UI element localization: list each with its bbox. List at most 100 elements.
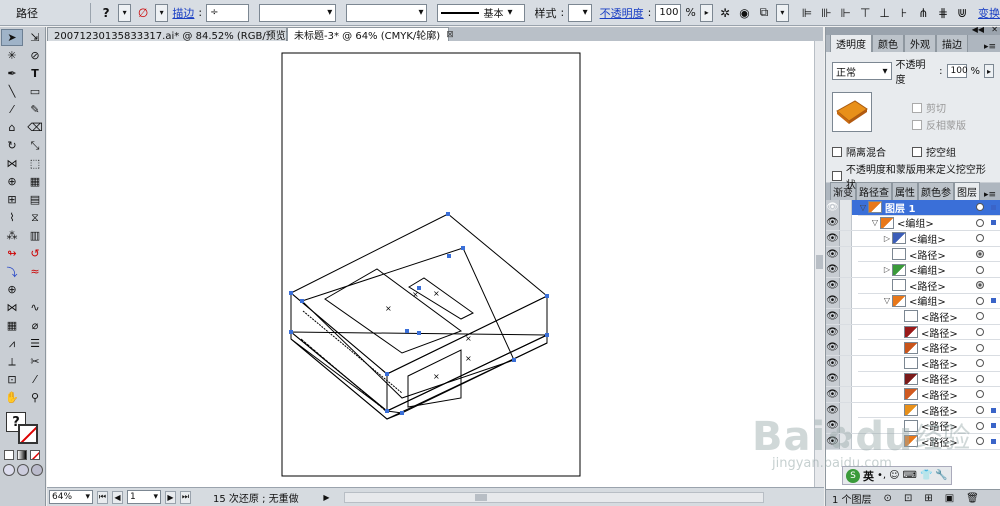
target-circle-icon[interactable]	[976, 281, 984, 290]
opacity-dropdown-button[interactable]: ▸	[984, 64, 994, 78]
scroll-thumb[interactable]	[816, 255, 823, 269]
collapse-icon[interactable]: ◀◀	[972, 25, 984, 34]
disclosure-triangle-icon[interactable]: ▷	[882, 234, 892, 243]
lock-toggle[interactable]	[840, 355, 852, 371]
isolate-blending-checkbox[interactable]	[832, 146, 842, 157]
draw-behind-icon[interactable]	[17, 464, 29, 476]
locate-object-icon[interactable]: ⊙	[884, 493, 892, 504]
gradient-tool-icon[interactable]: ▤	[24, 191, 46, 208]
panel-menu-icon[interactable]: ▸≡	[984, 42, 996, 52]
blob-brush-tool-icon[interactable]: ⌂	[1, 119, 23, 136]
slice-tool-icon[interactable]: ⟂	[1, 353, 23, 370]
sublayer-row[interactable]: 👁 <路径>	[826, 418, 1000, 434]
pencil-tool-icon[interactable]: ✎	[24, 101, 46, 118]
transform-panel-link[interactable]: 变换	[978, 5, 1000, 21]
stroke-panel-link[interactable]: 描边	[172, 5, 194, 21]
ime-punct-icon[interactable]: •,	[877, 470, 886, 481]
ime-emoji-icon[interactable]: ☺	[889, 470, 899, 481]
target-circle-icon[interactable]	[976, 250, 984, 259]
target-circle-icon[interactable]	[976, 218, 984, 227]
tab-stroke[interactable]: 描边	[936, 34, 968, 52]
scroll-thumb[interactable]	[475, 493, 487, 501]
stroke-swatch-icon[interactable]: ∅	[135, 5, 150, 21]
sublayer-row[interactable]: 👁 <路径>	[826, 324, 1000, 341]
target-circle-icon[interactable]	[976, 390, 984, 399]
target-circle-icon[interactable]	[976, 406, 984, 415]
grid-tool-icon[interactable]: ▦	[1, 317, 23, 334]
rectangle-tool-icon[interactable]: ▭	[24, 83, 46, 100]
selection-tool-icon[interactable]: ➤	[1, 29, 23, 46]
invert-mask-checkbox[interactable]	[912, 119, 922, 130]
isolate-icon[interactable]: ◉	[737, 5, 752, 21]
opacity-panel-link[interactable]: 不透明度	[600, 5, 644, 21]
visibility-eye-icon[interactable]: 👁	[826, 418, 840, 434]
eraser-tool-icon[interactable]: ⌫	[24, 119, 46, 136]
close-icon[interactable]: ⊠	[446, 30, 454, 40]
ime-mode-label[interactable]: 英	[863, 468, 874, 484]
first-artboard-button[interactable]: ⏮	[97, 490, 108, 504]
recolor-artwork-icon[interactable]: ✲	[717, 5, 732, 21]
lock-toggle[interactable]	[840, 246, 852, 262]
color-button-icon[interactable]	[4, 450, 14, 460]
magic-wand-tool-icon[interactable]: ✳	[1, 47, 23, 64]
zoom-select[interactable]: 64% ▾	[49, 490, 93, 504]
disclosure-triangle-icon[interactable]: ▷	[882, 265, 892, 274]
target-circle-icon[interactable]	[976, 296, 984, 305]
width-tool-icon[interactable]: ⋈	[1, 155, 23, 172]
next-artboard-button[interactable]: ▶	[165, 490, 176, 504]
spiral-tool-icon[interactable]: ⌀	[24, 317, 46, 334]
mesh-tool-icon[interactable]: ⊞	[1, 191, 23, 208]
visibility-eye-icon[interactable]: 👁	[826, 371, 840, 387]
graphic-style-select[interactable]: ▾	[568, 3, 592, 22]
sublayer-row[interactable]: 👁 ▷ <编组>	[826, 230, 1000, 247]
stroke-dropdown-button[interactable]: ▾	[154, 3, 169, 22]
artwork-svg[interactable]: × × × × × ×	[47, 41, 814, 487]
paintbrush-tool-icon[interactable]: ⁄	[1, 101, 23, 118]
select-similar-icon[interactable]: ⧉	[756, 5, 771, 21]
fill-stroke-swatches[interactable]: ?	[6, 412, 45, 448]
lock-toggle[interactable]	[840, 324, 852, 340]
lock-toggle[interactable]	[840, 340, 852, 356]
visibility-eye-icon[interactable]: 👁	[826, 433, 840, 449]
type-tool-icon[interactable]: T	[24, 65, 46, 82]
visibility-eye-icon[interactable]: 👁	[826, 308, 840, 324]
stroke-profile-select[interactable]: 基本 ▾	[437, 3, 525, 22]
lock-toggle[interactable]	[840, 433, 852, 449]
target-circle-icon[interactable]	[976, 328, 984, 337]
tab-color[interactable]: 颜色	[872, 34, 904, 52]
envelope-icon[interactable]: ⋈	[1, 299, 23, 316]
wave-tool-icon[interactable]: ∿	[24, 299, 46, 316]
distribute-bottom-icon[interactable]: ⋓	[955, 5, 970, 21]
blend-tool-icon[interactable]: ⧖	[24, 209, 46, 226]
eyedropper-tool-icon[interactable]: ⌇	[1, 209, 23, 226]
lock-toggle[interactable]	[840, 418, 852, 434]
selection-indicator[interactable]	[991, 220, 996, 226]
stroke-swatch-icon[interactable]	[18, 424, 38, 444]
visibility-eye-icon[interactable]: 👁	[826, 277, 840, 293]
target-circle-icon[interactable]	[976, 343, 984, 352]
align-center-h-icon[interactable]: ⊪	[819, 5, 834, 21]
ime-logo-icon[interactable]: S	[846, 468, 860, 483]
lock-toggle[interactable]	[840, 262, 852, 278]
lock-toggle[interactable]	[840, 371, 852, 387]
lock-toggle[interactable]	[840, 215, 852, 231]
panel-menu-icon[interactable]: ▸≡	[984, 190, 996, 200]
last-artboard-button[interactable]: ⏭	[180, 490, 191, 504]
sublayer-row[interactable]: 👁 <路径>	[826, 433, 1000, 450]
sublayer-row[interactable]: 👁 <路径>	[826, 355, 1000, 372]
visibility-eye-icon[interactable]: 👁	[826, 262, 840, 278]
distribute-center-icon[interactable]: ⋕	[935, 5, 950, 21]
twirl-tool-icon[interactable]: ↺	[24, 245, 46, 262]
sublayer-row[interactable]: 👁 <路径>	[826, 246, 1000, 263]
sublayer-row[interactable]: 👁 <路径>	[826, 277, 1000, 294]
knife-tool-icon[interactable]: ⁄	[24, 371, 46, 388]
prev-artboard-button[interactable]: ◀	[112, 490, 123, 504]
ime-tools-icon[interactable]: 🔧	[935, 470, 947, 481]
sublayer-row[interactable]: 👁 ▽ <编组>	[826, 215, 1000, 232]
artboard-select[interactable]: 1 ▾	[127, 490, 161, 504]
visibility-eye-icon[interactable]: 👁	[826, 200, 840, 215]
scissors-tool-icon[interactable]: ✂	[24, 353, 46, 370]
ime-keyboard-icon[interactable]: ⌨	[903, 470, 917, 481]
visibility-eye-icon[interactable]: 👁	[826, 246, 840, 262]
align-right-icon[interactable]: ⊩	[838, 5, 853, 21]
